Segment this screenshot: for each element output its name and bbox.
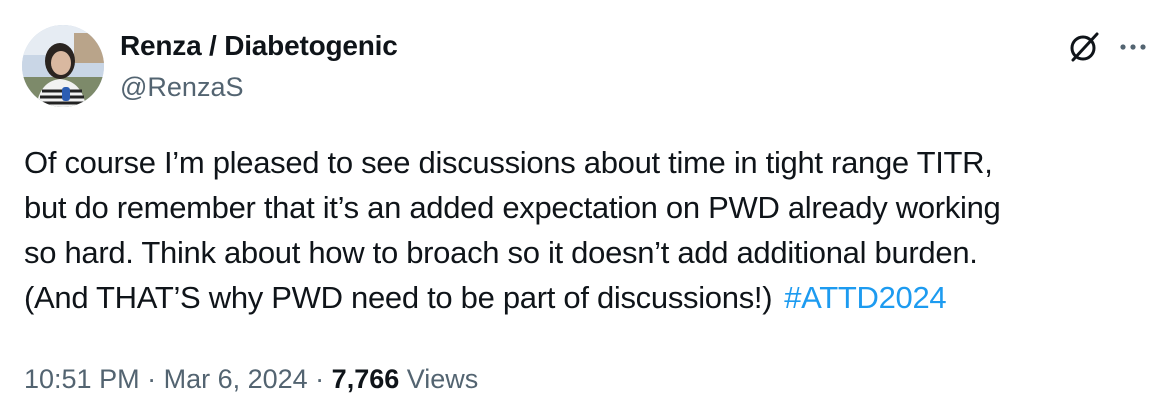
tweet-line: but do remember that it’s an added expec… [24, 190, 1001, 225]
tweet-text: Of course I’m pleased to see discussions… [24, 140, 1164, 320]
more-options-icon[interactable] [1116, 34, 1150, 60]
tweet-line-last: (And THAT’S why PWD need to be part of d… [24, 275, 1164, 320]
meta-separator: · [139, 364, 164, 394]
profile-photo [22, 25, 104, 107]
views-count: 7,766 [331, 364, 400, 394]
author-display-name[interactable]: Renza / Diabetogenic [120, 30, 398, 62]
tweet-line: Of course I’m pleased to see discussions… [24, 145, 993, 180]
tweet-line-text: (And THAT’S why PWD need to be part of d… [24, 280, 773, 315]
grok-icon[interactable] [1067, 30, 1101, 64]
avatar[interactable] [22, 25, 104, 107]
hashtag-link[interactable]: #ATTD2024 [784, 280, 946, 315]
tweet-date[interactable]: Mar 6, 2024 [164, 364, 308, 394]
tweet-line: so hard. Think about how to broach so it… [24, 235, 978, 270]
views-label: Views [406, 364, 479, 394]
meta-separator: · [307, 364, 332, 394]
tweet-time[interactable]: 10:51 PM [24, 364, 140, 394]
tweet-meta: 10:51 PM · Mar 6, 2024 · 7,766 Views [24, 364, 478, 395]
author-handle[interactable]: @RenzaS [120, 72, 243, 103]
